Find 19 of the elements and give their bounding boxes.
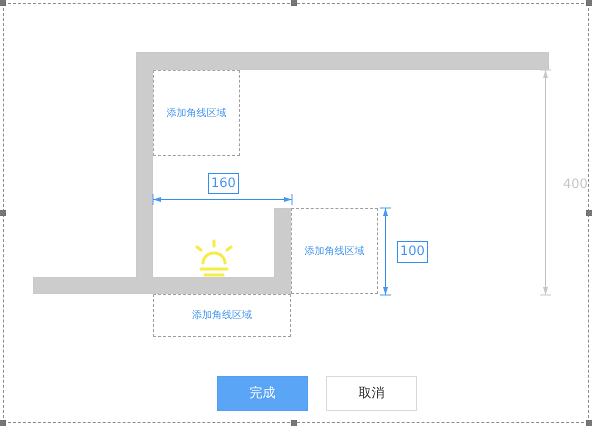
resize-handle[interactable]	[0, 0, 6, 6]
resize-handle[interactable]	[291, 420, 297, 426]
resize-handle[interactable]	[586, 420, 592, 426]
resize-handle[interactable]	[0, 210, 6, 216]
resize-handle[interactable]	[291, 0, 297, 6]
resize-handle[interactable]	[586, 210, 592, 216]
cancel-button[interactable]: 取消	[326, 376, 417, 411]
dimension-label[interactable]: 160	[208, 173, 239, 194]
corner-zone[interactable]: 添加角线区域	[153, 294, 291, 337]
resize-handle[interactable]	[0, 420, 6, 426]
dimension-label[interactable]: 100	[397, 241, 428, 263]
corner-zone[interactable]: 添加角线区域	[153, 70, 240, 156]
resize-handle[interactable]	[586, 0, 592, 6]
zone-label: 添加角线区域	[192, 308, 252, 323]
lamp-icon	[194, 239, 234, 277]
done-button[interactable]: 完成	[217, 376, 308, 411]
corner-zone[interactable]: 添加角线区域	[291, 208, 378, 294]
zone-label: 添加角线区域	[304, 244, 364, 258]
zone-label: 添加角线区域	[166, 106, 226, 120]
